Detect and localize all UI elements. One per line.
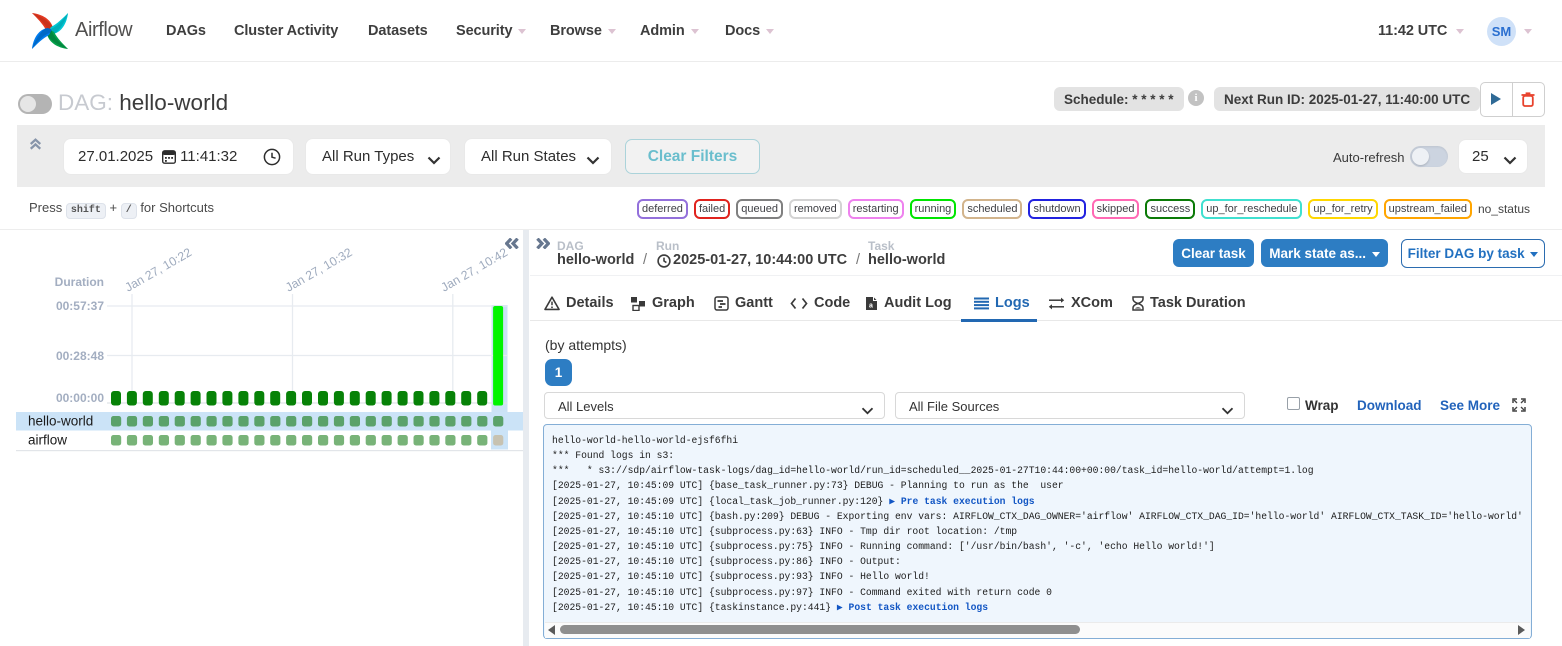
- svg-text:Jan 27, 10:42: Jan 27, 10:42: [439, 245, 511, 294]
- svg-text:00:28:48: 00:28:48: [56, 349, 104, 363]
- svg-text:Jan 27, 10:22: Jan 27, 10:22: [123, 245, 195, 294]
- svg-text:airflow: airflow: [28, 433, 67, 448]
- svg-text:Duration: Duration: [55, 275, 104, 289]
- svg-text:00:57:37: 00:57:37: [56, 299, 104, 313]
- svg-text:a: a: [869, 302, 873, 309]
- svg-text:Jan 27, 10:32: Jan 27, 10:32: [283, 245, 355, 294]
- svg-text:00:00:00: 00:00:00: [56, 391, 104, 405]
- svg-text:hello-world: hello-world: [28, 414, 93, 429]
